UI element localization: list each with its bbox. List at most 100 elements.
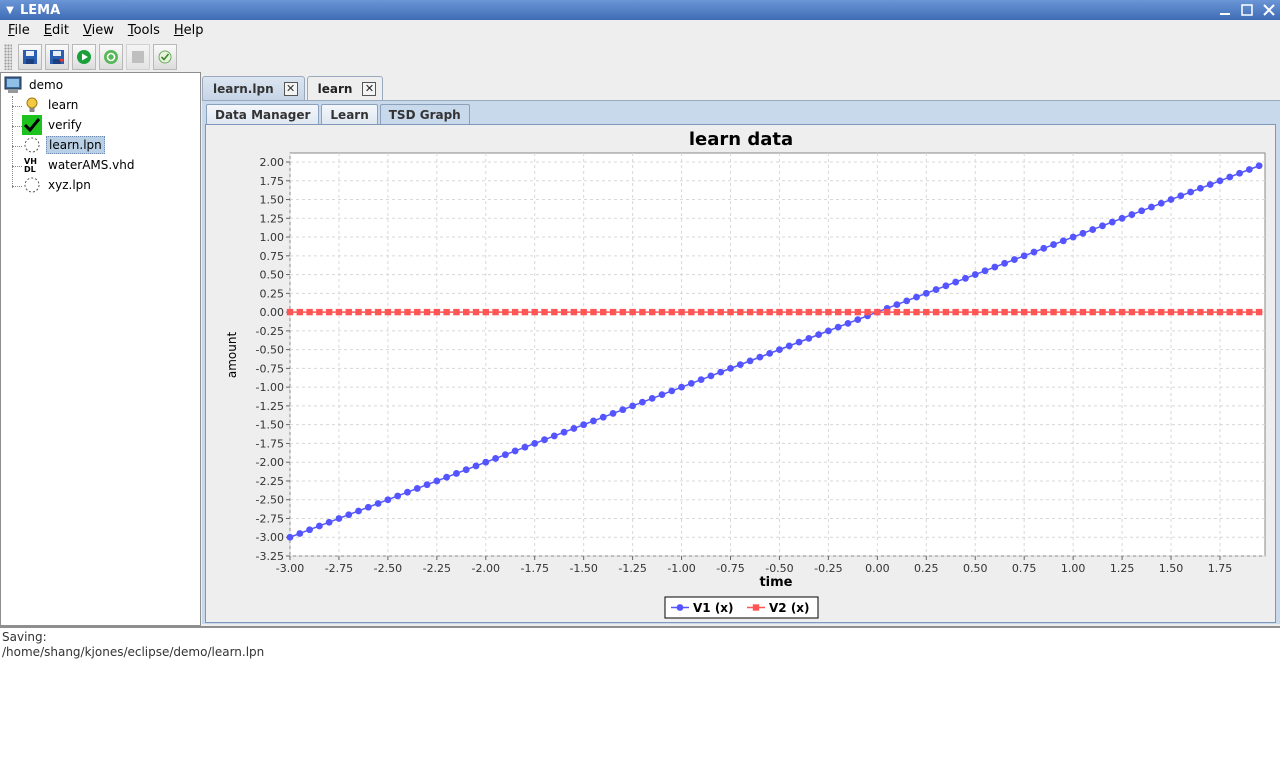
stop-button[interactable] — [126, 43, 150, 70]
close-icon[interactable]: ✕ — [283, 81, 298, 96]
data-point — [923, 308, 930, 316]
tree-item-xyz-lpn[interactable]: xyz.lpn — [22, 175, 93, 195]
data-point — [1001, 259, 1009, 267]
menu-file[interactable]: File — [4, 23, 34, 38]
data-point — [1001, 308, 1008, 316]
data-point — [903, 297, 911, 305]
data-point — [541, 436, 548, 444]
data-point — [825, 308, 832, 316]
check-button[interactable] — [153, 43, 177, 70]
tree-root[interactable]: demo — [3, 75, 65, 95]
tree-item-label: xyz.lpn — [48, 178, 91, 192]
toolbar-grip[interactable] — [4, 43, 12, 70]
tab-data-manager[interactable]: Data Manager — [206, 104, 320, 124]
data-point — [1118, 308, 1126, 316]
chart[interactable]: learn data -3.00 -2.75 -2.50 -2.25 -2.00 -1.7… — [206, 125, 1275, 622]
data-point — [531, 440, 539, 447]
data-point — [619, 406, 627, 414]
tab-learn-lpn[interactable]: learn.lpn ✕ — [202, 76, 305, 100]
data-point — [1236, 169, 1243, 177]
data-point — [785, 342, 793, 350]
tree-item-verify[interactable]: verify — [22, 115, 84, 135]
tree-root-label: demo — [29, 78, 64, 92]
data-point — [570, 425, 578, 432]
data-point — [1069, 308, 1077, 316]
data-point — [981, 308, 989, 316]
check-icon — [158, 50, 172, 63]
maximize-icon[interactable] — [1236, 1, 1258, 19]
data-point — [325, 308, 333, 316]
data-point — [1197, 308, 1204, 316]
menu-view[interactable]: View — [79, 23, 118, 38]
data-point — [619, 308, 627, 316]
plot-background — [289, 152, 1266, 557]
data-point — [482, 308, 489, 316]
window-menu-arrow-icon[interactable]: ▼ — [0, 5, 20, 16]
data-point — [874, 308, 881, 316]
data-point — [687, 379, 695, 387]
data-point — [776, 346, 783, 354]
tab-learn-sub[interactable]: Learn — [321, 104, 378, 124]
y-tick-label: -3.25 — [256, 550, 284, 563]
menu-tools[interactable]: Tools — [124, 23, 164, 38]
menu-edit[interactable]: Edit — [40, 23, 73, 38]
y-tick-label: -0.75 — [256, 362, 284, 375]
data-point — [1108, 218, 1116, 226]
tree-connector — [12, 126, 22, 127]
data-point — [414, 308, 421, 316]
tree-item-learn-lpn[interactable]: learn.lpn — [22, 135, 105, 155]
console-log[interactable]: Saving: /home/shang/kjones/eclipse/demo/… — [0, 626, 1280, 782]
data-point — [717, 368, 725, 376]
tsd-graph-panel: learn data -3.00 -2.75 -2.50 -2.25 -2.00 -1.7… — [205, 124, 1276, 623]
data-point — [913, 293, 920, 301]
minimize-icon[interactable] — [1214, 1, 1236, 19]
data-point — [599, 413, 607, 421]
data-point — [707, 308, 715, 316]
data-point — [746, 308, 754, 316]
run-button[interactable] — [72, 43, 96, 70]
tab-tsd-graph[interactable]: TSD Graph — [379, 104, 470, 124]
x-tick-label: -2.25 — [423, 562, 451, 575]
data-point — [423, 308, 431, 316]
y-tick-label: -1.75 — [256, 437, 284, 450]
data-point — [1167, 308, 1175, 316]
tree-item-waterams[interactable]: VH DL waterAMS.vhd — [22, 155, 137, 175]
data-point — [971, 271, 979, 278]
data-point — [668, 387, 676, 395]
data-point — [609, 410, 617, 417]
save-as-button[interactable] — [45, 43, 69, 70]
y-tick-label: -1.00 — [256, 381, 284, 394]
x-tick-label: -1.25 — [618, 562, 646, 575]
refresh-button[interactable] — [99, 43, 123, 70]
menu-help[interactable]: Help — [170, 23, 208, 38]
data-point — [844, 319, 852, 327]
x-tick-label: -2.00 — [472, 562, 500, 575]
x-tick-label: 1.00 — [1061, 562, 1086, 575]
data-point — [1079, 229, 1087, 237]
y-tick-label: 0.50 — [260, 269, 285, 282]
data-point — [511, 447, 519, 455]
data-point — [893, 301, 901, 308]
data-point — [511, 308, 519, 316]
data-point — [1196, 184, 1204, 192]
data-point — [501, 451, 509, 459]
data-point — [374, 308, 382, 316]
tree-item-label: verify — [48, 118, 82, 132]
data-point — [844, 308, 852, 316]
tab-learn[interactable]: learn ✕ — [306, 76, 384, 100]
y-tick-label: -2.75 — [256, 512, 284, 525]
data-point — [1099, 222, 1106, 230]
save-button[interactable] — [18, 43, 42, 70]
close-window-icon[interactable] — [1258, 1, 1280, 19]
x-tick-label: 0.00 — [865, 562, 890, 575]
data-point — [1255, 308, 1263, 316]
data-point — [648, 308, 656, 316]
data-point — [560, 428, 568, 436]
data-point — [315, 522, 323, 530]
y-tick-label: 2.00 — [260, 156, 285, 169]
toolbar — [0, 41, 1280, 72]
data-point — [345, 308, 352, 316]
tree-item-learn[interactable]: learn — [22, 95, 80, 115]
y-tick-label: -1.25 — [256, 400, 284, 413]
close-icon[interactable]: ✕ — [362, 81, 377, 96]
